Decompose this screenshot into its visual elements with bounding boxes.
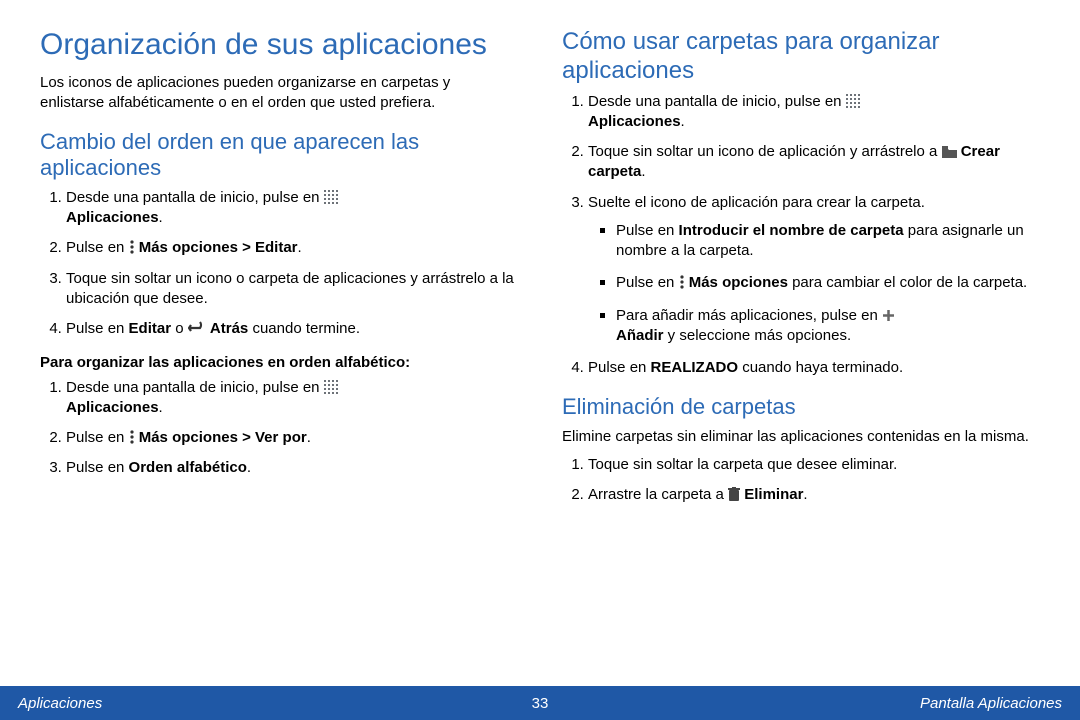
page-footer: Aplicaciones 33 Pantalla Aplicaciones — [0, 686, 1080, 720]
bullet-name: Pulse en Introducir el nombre de carpeta… — [606, 221, 1040, 262]
alpha-step-1: Desde una pantalla de inicio, pulse en A… — [66, 378, 518, 419]
right-column: Cómo usar carpetas para organizar aplica… — [562, 28, 1040, 686]
heading-folders: Cómo usar carpetas para organizar aplica… — [562, 28, 1040, 86]
more-options-icon — [679, 275, 685, 289]
plus-icon — [882, 309, 895, 322]
intro-text: Los iconos de aplicaciones pueden organi… — [40, 73, 518, 114]
step-3: Toque sin soltar un icono o carpeta de a… — [66, 269, 518, 310]
apps-grid-icon — [324, 380, 338, 394]
alpha-subheading: Para organizar las aplicaciones en orden… — [40, 353, 518, 373]
folder-step-4: Pulse en REALIZADO cuando haya terminado… — [588, 358, 1040, 378]
footer-page-number: 33 — [532, 695, 549, 712]
bullet-add: Para añadir más aplicaciones, pulse en A… — [606, 306, 1040, 347]
delete-steps: Toque sin soltar la carpeta que desee el… — [562, 455, 1040, 506]
left-column: Organización de sus aplicaciones Los ico… — [40, 28, 518, 686]
heading-change-order: Cambio del orden en que aparecen las apl… — [40, 129, 518, 182]
apps-grid-icon — [324, 190, 338, 204]
more-options-icon — [129, 430, 135, 444]
bullet-color: Pulse en Más opciones para cambiar el co… — [606, 273, 1040, 293]
alpha-step-2: Pulse en Más opciones > Ver por. — [66, 428, 518, 448]
step-2: Pulse en Más opciones > Editar. — [66, 238, 518, 258]
more-options-icon — [129, 240, 135, 254]
alpha-step-3: Pulse en Orden alfabético. — [66, 458, 518, 478]
delete-intro: Elimine carpetas sin eliminar las aplica… — [562, 427, 1040, 447]
back-icon — [188, 321, 206, 335]
footer-left: Aplicaciones — [18, 695, 532, 712]
delete-step-2: Arrastre la carpeta a Eliminar. — [588, 485, 1040, 505]
folder-sub-bullets: Pulse en Introducir el nombre de carpeta… — [588, 221, 1040, 346]
heading-organize: Organización de sus aplicaciones — [40, 28, 518, 63]
trash-icon — [728, 487, 740, 501]
footer-right: Pantalla Aplicaciones — [548, 695, 1062, 712]
create-folder-icon — [942, 146, 957, 158]
delete-step-1: Toque sin soltar la carpeta que desee el… — [588, 455, 1040, 475]
folder-step-3: Suelte el icono de aplicación para crear… — [588, 193, 1040, 347]
alpha-steps: Desde una pantalla de inicio, pulse en A… — [40, 378, 518, 479]
step-1: Desde una pantalla de inicio, pulse en A… — [66, 188, 518, 229]
folder-steps: Desde una pantalla de inicio, pulse en A… — [562, 92, 1040, 379]
heading-delete-folders: Eliminación de carpetas — [562, 394, 1040, 420]
apps-grid-icon — [846, 94, 860, 108]
folder-step-1: Desde una pantalla de inicio, pulse en A… — [588, 92, 1040, 133]
folder-step-2: Toque sin soltar un icono de aplicación … — [588, 142, 1040, 183]
change-order-steps: Desde una pantalla de inicio, pulse en A… — [40, 188, 518, 340]
step-4: Pulse en Editar o Atrás cuando termine. — [66, 319, 518, 339]
